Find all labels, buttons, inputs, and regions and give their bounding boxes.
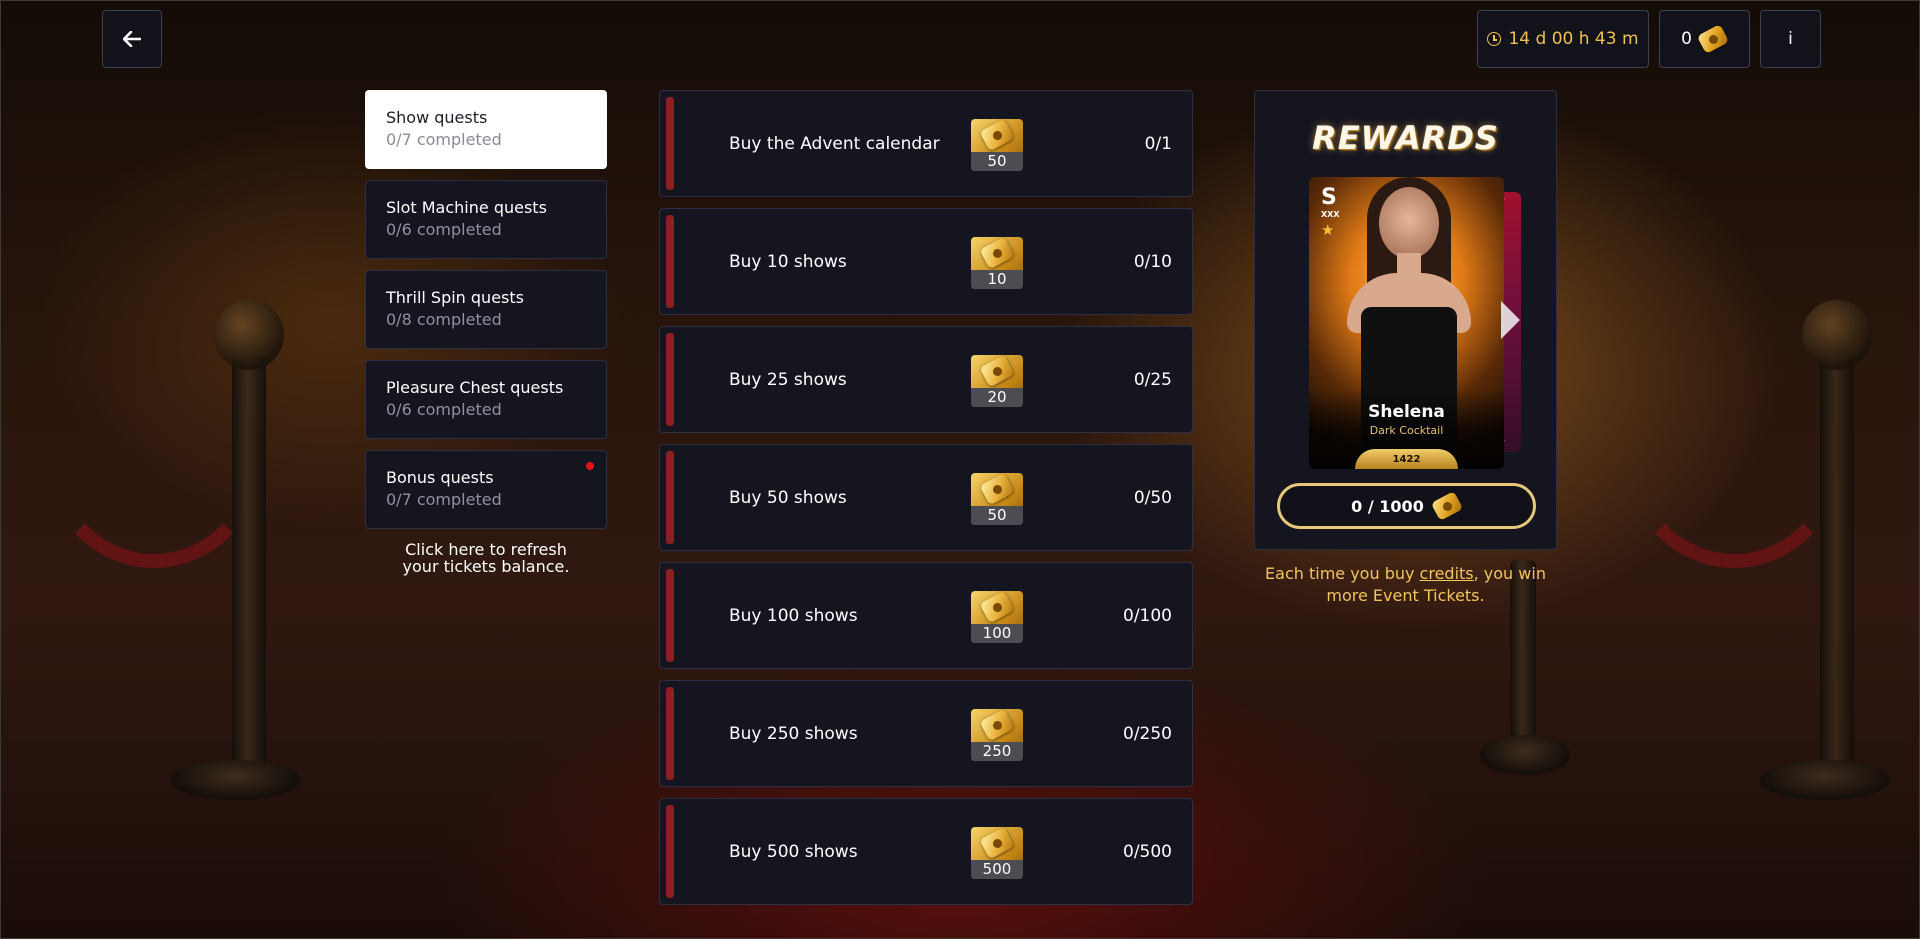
category-pleasure-chest-quests[interactable]: Pleasure Chest quests 0/6 completed: [365, 360, 607, 439]
quest-label: Buy 100 shows: [729, 605, 858, 626]
category-show-quests[interactable]: Show quests 0/7 completed: [365, 90, 607, 169]
quest-reward-ticket: 50: [971, 119, 1023, 171]
category-progress: 0/6 completed: [386, 400, 502, 419]
quest-reward-ticket: 50: [971, 473, 1023, 525]
notification-dot: [586, 462, 594, 470]
quest-label: Buy 25 shows: [729, 369, 847, 390]
quest-progress: 0/25: [1133, 369, 1172, 390]
category-title: Bonus quests: [386, 468, 494, 487]
category-title: Thrill Spin quests: [386, 288, 524, 307]
reward-progress-pill: 0 / 1000: [1277, 483, 1536, 529]
clock-icon: [1487, 32, 1502, 46]
tickets-balance: 0: [1681, 29, 1692, 49]
rewards-note: Each time you buy credits, you win more …: [1265, 564, 1546, 605]
quest-label: Buy 250 shows: [729, 723, 858, 744]
credits-link[interactable]: credits: [1420, 564, 1474, 583]
reward-card[interactable]: S XXX ★ Shelena Dark Cocktail 1422: [1309, 177, 1504, 469]
back-button[interactable]: [102, 10, 162, 68]
quest-row: Buy 10 shows 10 0/10: [659, 208, 1193, 315]
reward-amount: 250: [971, 742, 1023, 761]
quest-reward-ticket: 250: [971, 709, 1023, 761]
category-slot-machine-quests[interactable]: Slot Machine quests 0/6 completed: [365, 180, 607, 259]
quest-progress: 0/50: [1133, 487, 1172, 508]
quest-label: Buy 50 shows: [729, 487, 847, 508]
ticket-icon: [1696, 24, 1730, 54]
brand-logo: S: [1321, 185, 1337, 210]
quest-label: Buy 500 shows: [729, 841, 858, 862]
quest-progress: 0/500: [1123, 841, 1172, 862]
quest-progress: 0/100: [1123, 605, 1172, 626]
quest-reward-ticket: 20: [971, 355, 1023, 407]
reward-amount: 20: [971, 388, 1023, 407]
quest-row: Buy 50 shows 50 0/50: [659, 444, 1193, 551]
quest-row: Buy 250 shows 250 0/250: [659, 680, 1193, 787]
refresh-tickets-link[interactable]: Click here to refresh your tickets balan…: [365, 541, 607, 575]
category-title: Show quests: [386, 108, 488, 127]
card-subtitle: Dark Cocktail: [1369, 424, 1444, 437]
info-button[interactable]: i: [1760, 10, 1821, 68]
quest-status-bar: [666, 687, 674, 780]
quest-status-bar: [666, 805, 674, 898]
quest-reward-ticket: 10: [971, 237, 1023, 289]
quest-status-bar: [666, 569, 674, 662]
quest-label: Buy 10 shows: [729, 251, 847, 272]
quest-list: Buy the Advent calendar 50 0/1 Buy 10 sh…: [659, 90, 1193, 916]
quest-progress: 0/1: [1144, 133, 1172, 154]
category-thrill-spin-quests[interactable]: Thrill Spin quests 0/8 completed: [365, 270, 607, 349]
quest-status-bar: [666, 215, 674, 308]
category-progress: 0/7 completed: [386, 490, 502, 509]
card-name: Shelena: [1368, 402, 1445, 422]
quest-row: Buy the Advent calendar 50 0/1: [659, 90, 1193, 197]
rewards-title: REWARDS: [1312, 119, 1499, 157]
reward-progress-text: 0 / 1000: [1351, 496, 1424, 516]
reward-amount: 10: [971, 270, 1023, 289]
chevron-right-icon[interactable]: [1501, 301, 1520, 339]
quest-status-bar: [666, 333, 674, 426]
quest-progress: 0/250: [1123, 723, 1172, 744]
quest-label: Buy the Advent calendar: [729, 133, 940, 154]
event-timer: 14 d 00 h 43 m: [1477, 10, 1649, 68]
reward-amount: 100: [971, 624, 1023, 643]
category-title: Slot Machine quests: [386, 198, 547, 217]
tickets-balance-button[interactable]: 0: [1659, 10, 1750, 68]
arrow-left-icon: [123, 31, 141, 47]
quest-row: Buy 25 shows 20 0/25: [659, 326, 1193, 433]
category-bonus-quests[interactable]: Bonus quests 0/7 completed: [365, 450, 607, 529]
category-progress: 0/6 completed: [386, 220, 502, 239]
quest-row: Buy 500 shows 500 0/500: [659, 798, 1193, 905]
rewards-panel: REWARDS ★ ★ S XXX ★ Shelena Dark Cocktai…: [1254, 90, 1557, 550]
category-progress: 0/8 completed: [386, 310, 502, 329]
timer-text: 14 d 00 h 43 m: [1508, 29, 1639, 49]
category-progress: 0/7 completed: [386, 130, 502, 149]
reward-amount: 50: [971, 506, 1023, 525]
quest-categories: Show quests 0/7 completed Slot Machine q…: [365, 90, 607, 575]
quest-reward-ticket: 100: [971, 591, 1023, 643]
quest-row: Buy 100 shows 100 0/100: [659, 562, 1193, 669]
quest-progress: 0/10: [1133, 251, 1172, 272]
star-icon: ★: [1321, 221, 1335, 239]
card-number: 1422: [1355, 449, 1458, 469]
quest-status-bar: [666, 97, 674, 190]
reward-amount: 500: [971, 860, 1023, 879]
reward-amount: 50: [971, 152, 1023, 171]
brand-logo-sub: XXX: [1321, 210, 1340, 219]
quest-reward-ticket: 500: [971, 827, 1023, 879]
quest-status-bar: [666, 451, 674, 544]
category-title: Pleasure Chest quests: [386, 378, 564, 397]
ticket-icon: [1430, 491, 1464, 521]
